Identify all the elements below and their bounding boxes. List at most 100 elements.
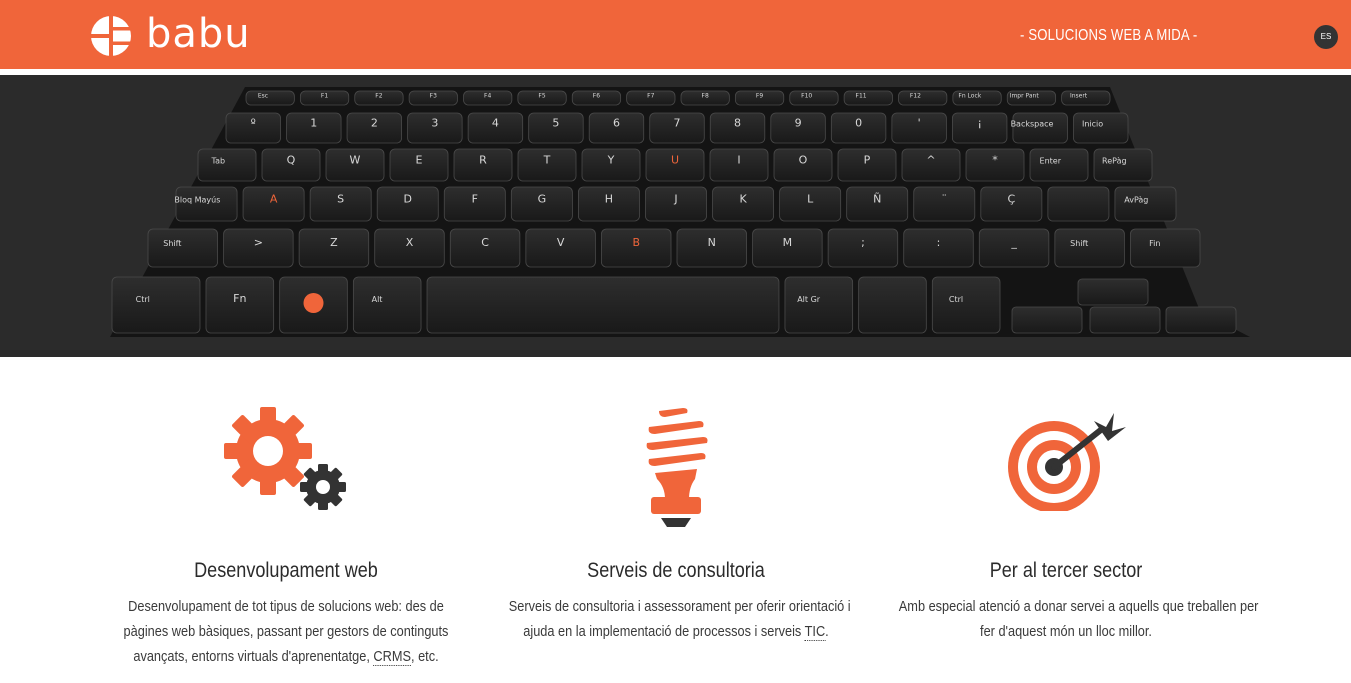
- arrow-key: [1011, 306, 1083, 334]
- keyboard-key-label: O: [799, 153, 808, 166]
- description-line: Serveis de consultoria i assessorament p…: [508, 599, 851, 615]
- crms-abbreviation: CRMS: [373, 649, 411, 666]
- keyboard-key-label: F9: [756, 92, 763, 99]
- brand-name: babu: [146, 11, 251, 57]
- features-section: Desenvolupament web Desenvolupament de t…: [0, 357, 1351, 683]
- keyboard-key-label: Inicio: [1082, 120, 1103, 129]
- keyboard-key-label: º: [251, 117, 256, 130]
- keyboard-key-label: ¡: [977, 117, 981, 130]
- keyboard-key-label: Esc: [258, 92, 268, 99]
- keyboard-key-label: Fn: [233, 292, 246, 305]
- keyboard-key-label: M: [783, 236, 793, 249]
- keyboard-key: [111, 276, 201, 334]
- keyboard-key-label: Fin: [1149, 239, 1160, 248]
- keyboard-key-label: F: [472, 192, 478, 205]
- keyboard-key-label: D: [403, 192, 411, 205]
- description-text: avançats, entorns virtuals d'aprenentatg…: [133, 649, 374, 665]
- description-text: , etc.: [410, 649, 439, 665]
- keyboard-key-label: F3: [430, 92, 437, 99]
- keyboard-key-label: Y: [607, 153, 615, 166]
- keyboard-image: Esc F1 F2 F3 F4 F5 F6 F7 F8 F9 F10 F11 F12 Fn Lock Imp…: [110, 87, 1250, 337]
- feature-title: Per al tercer sector: [989, 559, 1143, 582]
- keyboard-key: [789, 90, 839, 106]
- keyboard-key-label: 9: [795, 117, 802, 130]
- keyboard-key-label: 5: [552, 117, 559, 130]
- keyboard-key: [245, 90, 295, 106]
- keyboard-key: [426, 276, 780, 334]
- keyboard-key-label: Ñ: [873, 192, 881, 205]
- keyboard-key: [1047, 186, 1110, 222]
- logo-link[interactable]: babu: [90, 12, 251, 60]
- keyboard-key-label: Alt: [372, 295, 383, 304]
- keyboard-key-label: Alt Gr: [797, 295, 821, 304]
- keyboard-key-label: B: [632, 236, 640, 249]
- keyboard-key-label: 3: [431, 117, 438, 130]
- keyboard-key-label: A: [270, 192, 278, 205]
- keyboard-key-label: Bloq Mayús: [174, 195, 220, 204]
- keyboard-key-label: ^: [926, 153, 935, 166]
- keyboard-key-label: Z: [330, 236, 338, 249]
- description-line: Desenvolupament de tot tipus de solucion…: [128, 599, 444, 615]
- keyboard-key-label: AvPàg: [1124, 195, 1148, 204]
- site-header: babu - SOLUCIONS WEB A MIDA - ES: [0, 0, 1351, 72]
- keyboard-key-label: ': [918, 117, 921, 130]
- description-line: Amb especial atenció a donar servei a aq…: [898, 599, 1259, 615]
- keyboard-key-label: I: [737, 153, 740, 166]
- description-line: ajuda en la implementació de processos i…: [509, 620, 843, 645]
- tic-abbreviation: TIC: [804, 624, 826, 641]
- arrow-key: [1165, 306, 1237, 334]
- keyboard-key-label: :: [937, 236, 941, 249]
- keyboard-key-label: Q: [287, 153, 296, 166]
- gears-icon: [224, 407, 346, 510]
- keyboard-key-label: E: [416, 153, 423, 166]
- language-switch-button[interactable]: ES: [1314, 25, 1338, 49]
- keyboard-key-label: K: [739, 192, 747, 205]
- keyboard-key: [197, 148, 257, 182]
- lightbulb-icon: [646, 408, 708, 527]
- keyboard-key-label: T: [543, 153, 551, 166]
- feature-description: Serveis de consultoria i assessorament p…: [486, 595, 866, 645]
- description-line: pàgines web bàsiques, passant per gestor…: [123, 624, 449, 640]
- feature-description: Desenvolupament de tot tipus de solucion…: [96, 595, 476, 670]
- keyboard-key-label: W: [350, 153, 361, 166]
- keyboard-key: [352, 276, 422, 334]
- target-icon: [1008, 413, 1126, 511]
- keyboard-key-label: Ctrl: [949, 295, 963, 304]
- keyboard-key-label: S: [337, 192, 344, 205]
- keyboard-key-label: Ctrl: [136, 295, 150, 304]
- feature-title: Serveis de consultoria: [587, 559, 765, 582]
- keyboard-key-label: F5: [538, 92, 545, 99]
- keyboard-key: [931, 276, 1001, 334]
- keyboard-key-label: F8: [702, 92, 709, 99]
- keyboard-key-label: N: [708, 236, 716, 249]
- keyboard-key-label: 2: [371, 117, 378, 130]
- keyboard-key-label: Shift: [1070, 239, 1088, 248]
- description-line: avançats, entorns virtuals d'aprenentatg…: [119, 645, 453, 670]
- keyboard-key-label: P: [864, 153, 871, 166]
- keyboard-key-label: H: [605, 192, 613, 205]
- keyboard-key-label: ;: [861, 236, 865, 249]
- keyboard-key-label: ¨: [942, 192, 948, 205]
- babu-key-logo-icon: [303, 293, 324, 313]
- keyboard-key: [898, 90, 948, 106]
- tagline: - SOLUCIONS WEB A MIDA -: [1020, 27, 1198, 44]
- keyboard-key-label: 4: [492, 117, 499, 130]
- keyboard-key-label: *: [992, 153, 998, 166]
- feature-description: Amb especial atenció a donar servei a aq…: [876, 595, 1259, 645]
- keyboard-key-label: RePàg: [1102, 156, 1127, 165]
- keyboard-key-label: 7: [674, 117, 681, 130]
- keyboard-key-label: Impr Pant: [1010, 92, 1040, 99]
- feature-title: Desenvolupament web: [194, 559, 378, 582]
- keyboard-key-label: Ç: [1007, 192, 1015, 205]
- hero-banner: Esc F1 F2 F3 F4 F5 F6 F7 F8 F9 F10 F11 F12 Fn Lock Imp…: [0, 75, 1351, 357]
- keyboard-key-label: >: [254, 236, 263, 249]
- keyboard-key: [147, 228, 218, 268]
- keyboard-key-label: R: [479, 153, 487, 166]
- keyboard-key-label: Insert: [1070, 92, 1088, 99]
- description-text: ajuda en la implementació de processos i…: [523, 624, 805, 640]
- keyboard-key-label: F11: [856, 92, 867, 99]
- keyboard-key-label: F12: [910, 92, 921, 99]
- keyboard-key-label: X: [406, 236, 414, 249]
- keyboard-key-label: Shift: [163, 239, 181, 248]
- arrow-key: [1077, 278, 1149, 306]
